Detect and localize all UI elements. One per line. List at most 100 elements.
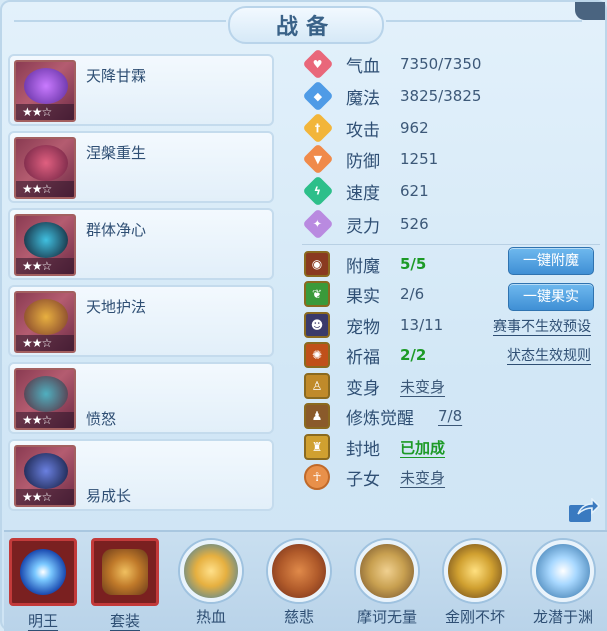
- heart-icon: ♥: [302, 48, 334, 80]
- skill-6-art: [24, 453, 68, 489]
- stat-hp-value: 7350/7350: [400, 55, 482, 73]
- stat-attack: † 攻击 962: [302, 112, 429, 144]
- skill-2-name: 涅槃重生: [86, 144, 147, 162]
- skill-4-art: [24, 299, 68, 335]
- bottom-slot-set[interactable]: 套装: [88, 538, 162, 631]
- skill-6-thumbnail: ★★☆: [14, 445, 76, 507]
- title-divider-left: [14, 20, 226, 22]
- info-fief: ♜ 封地 已加成: [304, 434, 445, 460]
- stats-divider: [302, 244, 600, 245]
- enchant-icon: ◉: [304, 251, 330, 277]
- bottom-slot-jin-gang-bu-huai[interactable]: 金刚不坏: [438, 538, 512, 627]
- stat-mp-value: 3825/3825: [400, 87, 482, 105]
- skill-6-name: 易成长: [86, 487, 132, 505]
- children-label: 子女: [346, 469, 380, 490]
- status-rules-link[interactable]: 状态生效规则: [507, 345, 591, 365]
- skill-5-name: 愤怒: [86, 410, 117, 428]
- skill-card-2[interactable]: ★★☆ 涅槃重生: [8, 131, 274, 203]
- ci-bei-icon: [268, 540, 330, 602]
- skill-4-name: 天地护法: [86, 298, 147, 316]
- skill-2-thumbnail: ★★☆: [14, 137, 76, 199]
- stat-defense-label: 防御: [346, 151, 380, 172]
- info-transform: ♙ 变身 未变身: [304, 373, 445, 399]
- skill-4-thumbnail: ★★☆: [14, 291, 76, 353]
- skill-card-3[interactable]: ★★☆ 群体净心: [8, 208, 274, 280]
- one-click-fruit-button[interactable]: 一键果实: [508, 283, 594, 311]
- stat-speed-value: 621: [400, 182, 429, 200]
- bottom-slot-ci-bei[interactable]: 慈悲: [262, 538, 336, 627]
- skill-5-stars: ★★☆: [16, 412, 74, 428]
- skill-1-thumbnail: ★★☆: [14, 60, 76, 122]
- one-click-enchant-button[interactable]: 一键附魔: [508, 247, 594, 275]
- blessing-icon: ✺: [304, 342, 330, 368]
- long-qian-yu-yuan-label: 龙潜于渊: [532, 608, 593, 626]
- mo-he-wu-liang-label: 摩诃无量: [356, 608, 417, 626]
- lightning-icon: ϟ: [302, 175, 334, 207]
- transform-value[interactable]: 未变身: [400, 376, 445, 397]
- fief-value[interactable]: 已加成: [400, 437, 445, 458]
- enchant-value: 5/5: [400, 255, 427, 273]
- window-title: 战备: [228, 6, 384, 44]
- skill-3-art: [24, 222, 68, 258]
- stat-defense: ▼ 防御 1251: [302, 143, 438, 175]
- skill-3-stars: ★★☆: [16, 258, 74, 274]
- sparkle-icon: ✦: [302, 208, 334, 240]
- skill-5-thumbnail: ★★☆: [14, 368, 76, 430]
- info-blessing: ✺ 祈福 2/2: [304, 342, 426, 368]
- mo-he-wu-liang-icon: [356, 540, 418, 602]
- cultivation-icon: ♟: [304, 403, 330, 429]
- stat-spirit: ✦ 灵力 526: [302, 208, 429, 240]
- cultivation-label: 修炼觉醒: [346, 408, 414, 429]
- stat-speed: ϟ 速度 621: [302, 175, 429, 207]
- close-button[interactable]: [575, 2, 605, 20]
- fief-label: 封地: [346, 439, 380, 460]
- bottom-toolbar: 明王 套装 热血 慈悲 摩诃无量 金刚不坏 龙潜于渊: [4, 530, 607, 631]
- competition-preset-link[interactable]: 赛事不生效预设: [493, 316, 591, 336]
- children-value[interactable]: 未变身: [400, 467, 445, 488]
- bottom-slot-long-qian-yu-yuan[interactable]: 龙潜于渊: [526, 538, 600, 627]
- bottom-slot-mo-he-wu-liang[interactable]: 摩诃无量: [350, 538, 424, 627]
- title-divider-right: [386, 20, 582, 22]
- blessing-label: 祈福: [346, 347, 380, 368]
- stat-hp-label: 气血: [346, 56, 380, 77]
- bottom-slot-ming-wang[interactable]: 明王: [6, 538, 80, 631]
- leaf-icon: ❦: [304, 281, 330, 307]
- children-icon: ☥: [304, 464, 330, 490]
- enchant-label: 附魔: [346, 256, 380, 277]
- pet-avatar-icon: ☻: [304, 312, 330, 338]
- cultivation-value[interactable]: 7/8: [438, 407, 462, 425]
- info-enchant: ◉ 附魔 5/5: [304, 251, 426, 277]
- stat-defense-value: 1251: [400, 150, 439, 168]
- fruit-value: 2/6: [400, 285, 425, 303]
- info-cultivation: ♟ 修炼觉醒 7/8: [304, 403, 462, 429]
- skill-3-name: 群体净心: [86, 221, 147, 239]
- skill-card-1[interactable]: ★★☆ 天降甘霖: [8, 54, 274, 126]
- stat-mp: ◆ 魔法 3825/3825: [302, 80, 481, 112]
- ci-bei-label: 慈悲: [283, 608, 314, 626]
- transform-label: 变身: [346, 378, 380, 399]
- shield-icon: ▼: [302, 143, 334, 175]
- info-fruit: ❦ 果实 2/6: [304, 281, 424, 307]
- stat-mp-label: 魔法: [346, 88, 380, 109]
- mana-icon: ◆: [302, 80, 334, 112]
- ming-wang-label: 明王: [27, 612, 58, 630]
- skill-6-stars: ★★☆: [16, 489, 74, 505]
- skill-card-6[interactable]: ★★☆ 易成长: [8, 439, 274, 511]
- fruit-label: 果实: [346, 286, 380, 307]
- info-children: ☥ 子女 未变身: [304, 464, 445, 490]
- skill-card-4[interactable]: ★★☆ 天地护法: [8, 285, 274, 357]
- sword-icon: †: [302, 112, 334, 144]
- stat-attack-label: 攻击: [346, 120, 380, 141]
- stat-hp: ♥ 气血 7350/7350: [302, 48, 481, 80]
- bottom-slot-re-xue[interactable]: 热血: [174, 538, 248, 627]
- ming-wang-icon: [9, 538, 77, 606]
- skill-2-art: [24, 145, 68, 181]
- transform-icon: ♙: [304, 373, 330, 399]
- stat-spirit-label: 灵力: [346, 216, 380, 237]
- share-icon[interactable]: [568, 497, 601, 524]
- stat-attack-value: 962: [400, 119, 429, 137]
- info-pet: ☻ 宠物 13/11: [304, 312, 443, 338]
- fief-icon: ♜: [304, 434, 330, 460]
- skill-4-stars: ★★☆: [16, 335, 74, 351]
- skill-card-5[interactable]: ★★☆ 愤怒: [8, 362, 274, 434]
